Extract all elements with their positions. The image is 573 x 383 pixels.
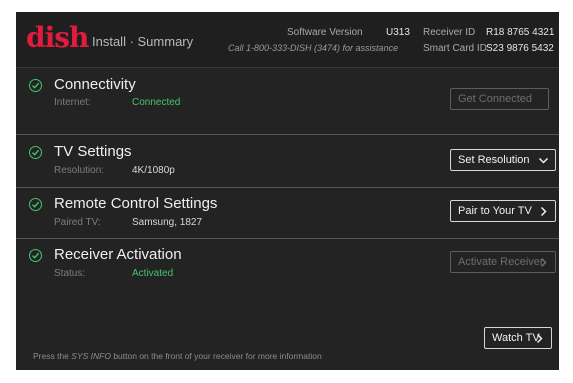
section-title: Connectivity (54, 76, 136, 93)
get-connected-button[interactable]: Get Connected (450, 88, 549, 110)
pair-tv-label: Pair to Your TV (458, 205, 532, 217)
section-value: Samsung, 1827 (132, 217, 203, 228)
dish-logo: dish (26, 21, 89, 54)
section-label: Paired TV: (54, 217, 101, 228)
check-icon (29, 146, 42, 159)
watch-tv-button[interactable]: Watch TV (484, 327, 552, 349)
footer-info-suffix: button on the front of your receiver for… (110, 351, 322, 361)
header: dish Install · Summary Software Version … (16, 12, 559, 67)
activate-receiver-label: Activate Receiver (458, 256, 544, 268)
section-value: Connected (132, 97, 181, 108)
section-label: Internet: (54, 97, 91, 108)
set-resolution-label: Set Resolution (458, 154, 530, 166)
page-title: Install · Summary (92, 34, 194, 49)
chevron-right-icon (536, 333, 543, 344)
section-value: Activated (132, 268, 174, 279)
software-version-label: Software Version (287, 27, 363, 38)
smart-card-id-label: Smart Card ID (423, 43, 487, 54)
activate-receiver-button[interactable]: Activate Receiver (450, 251, 556, 273)
section-label: Status: (54, 268, 86, 279)
pair-tv-button[interactable]: Pair to Your TV (450, 200, 556, 222)
check-icon (29, 198, 42, 211)
software-version-value: U313 (386, 27, 410, 38)
check-icon (29, 79, 42, 92)
section-connectivity: Connectivity Internet: Connected Get Con… (16, 68, 559, 134)
chevron-down-icon (538, 157, 549, 164)
set-resolution-dropdown[interactable]: Set Resolution (450, 149, 556, 171)
section-title: Receiver Activation (54, 246, 182, 263)
footer-info-text: Press the SYS INFO button on the front o… (33, 351, 322, 361)
section-title: TV Settings (54, 143, 132, 160)
section-value: 4K/1080p (132, 165, 175, 176)
watch-tv-label: Watch TV (492, 332, 540, 344)
assistance-text: Call 1-800-333-DISH (3474) for assistanc… (228, 43, 399, 53)
section-tv-settings: TV Settings Resolution: 4K/1080p Set Res… (16, 135, 559, 187)
install-summary-screen: dish Install · Summary Software Version … (16, 12, 559, 370)
footer-info-prefix: Press the (33, 351, 72, 361)
section-title: Remote Control Settings (54, 195, 218, 212)
section-label: Resolution: (54, 165, 105, 176)
chevron-right-icon (540, 257, 547, 268)
section-remote-control: Remote Control Settings Paired TV: Samsu… (16, 188, 559, 238)
smart-card-id-value: S23 9876 5432 (486, 43, 554, 54)
receiver-id-value: R18 8765 4321 (486, 27, 555, 38)
footer-info-emphasis: SYS INFO (71, 351, 111, 361)
chevron-right-icon (540, 206, 547, 217)
check-icon (29, 249, 42, 262)
receiver-id-label: Receiver ID (423, 27, 476, 38)
